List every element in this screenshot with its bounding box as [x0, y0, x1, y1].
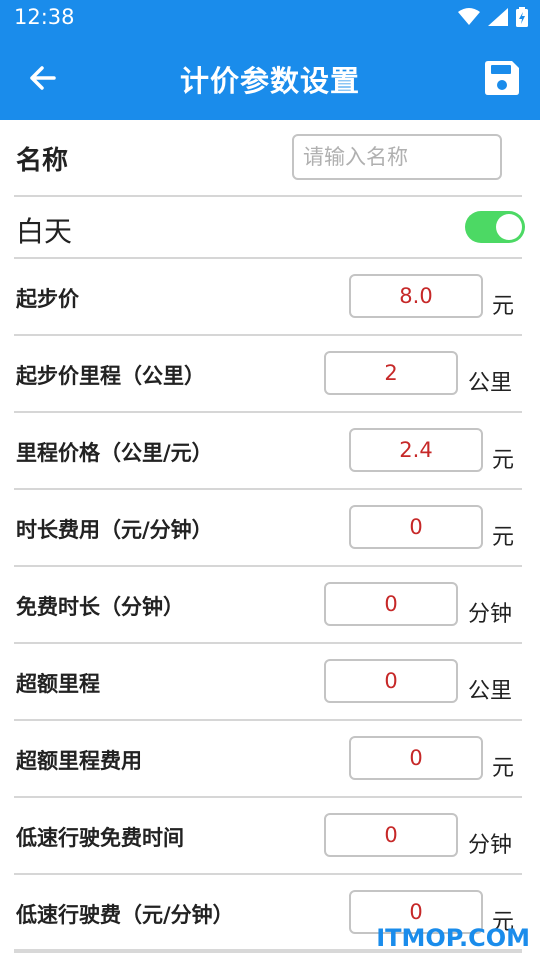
field-row-free-time: 免费时长（分钟） 0 分钟	[14, 567, 522, 644]
name-input[interactable]: 请输入名称	[292, 134, 502, 180]
field-unit: 公里	[468, 679, 513, 704]
field-row-distance-price: 里程价格（公里/元） 2.4 元	[14, 413, 522, 490]
start-distance-input[interactable]: 2	[324, 351, 458, 395]
field-label: 里程价格（公里/元）	[16, 441, 213, 465]
field-unit: 元	[492, 448, 515, 473]
field-label: 时长费用（元/分钟）	[16, 518, 213, 542]
settings-form: 名称 请输入名称 白天 起步价 8.0 元 起步价里程（公里） 2 公里 里程价…	[0, 120, 540, 960]
app-bar: 计价参数设置	[0, 38, 540, 120]
status-icons	[458, 7, 528, 27]
field-label: 起步价	[16, 287, 79, 311]
field-label: 低速行驶免费时间	[16, 826, 184, 850]
field-unit: 分钟	[468, 833, 513, 858]
time-fee-input[interactable]: 0	[349, 505, 483, 549]
name-label: 名称	[16, 146, 69, 176]
wifi-icon	[458, 8, 480, 25]
field-label: 超额里程费用	[16, 749, 142, 773]
field-label: 起步价里程（公里）	[16, 364, 205, 388]
field-row-low-speed-free-time: 低速行驶免费时间 0 分钟	[14, 798, 522, 875]
day-label: 白天	[16, 215, 73, 248]
field-unit: 元	[492, 294, 515, 319]
field-label: 超额里程	[16, 672, 100, 696]
field-unit: 分钟	[468, 602, 513, 627]
floppy-disk-icon[interactable]	[482, 58, 522, 98]
start-price-input[interactable]: 8.0	[349, 274, 483, 318]
field-row-extra-distance-fee: 超额里程费用 0 元	[14, 721, 522, 798]
battery-charging-icon	[516, 7, 528, 27]
field-row-extra-distance: 超额里程 0 公里	[14, 644, 522, 721]
name-row: 名称 请输入名称	[14, 120, 522, 197]
field-unit: 公里	[468, 371, 513, 396]
status-time: 12:38	[14, 5, 75, 29]
watermark: ITMOP.COM	[376, 924, 530, 952]
field-label: 免费时长（分钟）	[16, 595, 184, 619]
free-time-input[interactable]: 0	[324, 582, 458, 626]
toggle-knob	[496, 214, 522, 240]
field-row-time-fee: 时长费用（元/分钟） 0 元	[14, 490, 522, 567]
extra-distance-fee-input[interactable]: 0	[349, 736, 483, 780]
signal-icon	[488, 8, 508, 26]
low-speed-free-time-input[interactable]: 0	[324, 813, 458, 857]
field-row-start-price: 起步价 8.0 元	[14, 259, 522, 336]
field-row-start-distance: 起步价里程（公里） 2 公里	[14, 336, 522, 413]
day-row: 白天	[14, 197, 525, 259]
extra-distance-input[interactable]: 0	[324, 659, 458, 703]
status-bar: 12:38	[0, 0, 540, 38]
field-label: 低速行驶费（元/分钟）	[16, 903, 234, 927]
page-title: 计价参数设置	[179, 64, 360, 98]
field-unit: 元	[492, 756, 515, 781]
day-toggle[interactable]	[465, 211, 525, 243]
distance-price-input[interactable]: 2.4	[349, 428, 483, 472]
field-unit: 元	[492, 525, 515, 550]
